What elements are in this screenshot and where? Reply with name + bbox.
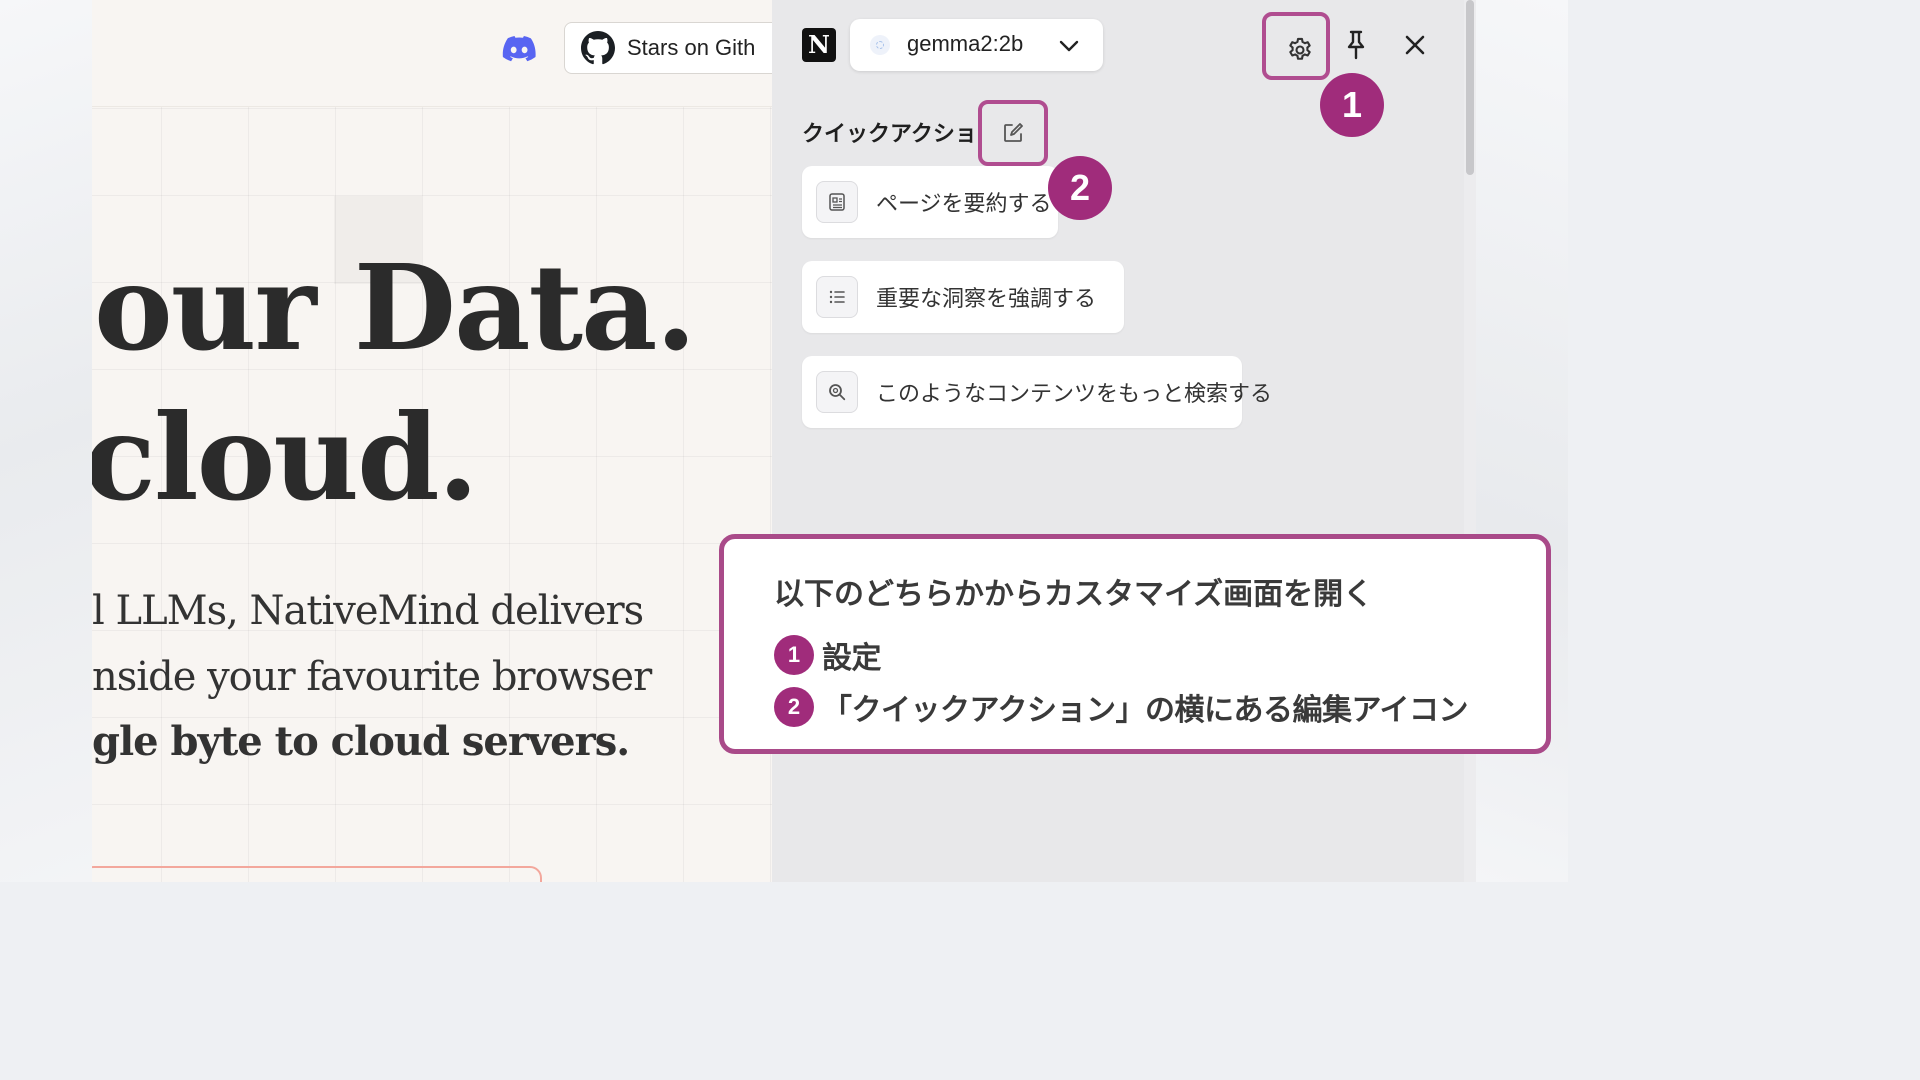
model-selector[interactable]: gemma2:2b bbox=[850, 19, 1103, 71]
quick-action-label: このようなコンテンツをもっと検索する bbox=[876, 382, 1273, 407]
notion-logo-icon: N bbox=[802, 28, 836, 62]
gear-icon bbox=[1289, 37, 1311, 60]
quick-action-summarize-page[interactable]: ページを要約する bbox=[802, 166, 1058, 238]
github-stars-button[interactable]: Stars on Gith bbox=[564, 22, 772, 74]
instruction-callout: 以下のどちらかからカスタマイズ画面を開く 1 設定 2 「クイックアクション」の… bbox=[719, 534, 1551, 754]
callout-item-text: 「クイックアクション」の横にある編集アイコン bbox=[822, 693, 1469, 728]
webpage: Stars on Gith our Data. cloud. l LLMs, N… bbox=[92, 0, 772, 882]
callout-item-text: 設定 bbox=[822, 641, 882, 676]
callout-number-badge: 1 bbox=[774, 635, 814, 675]
callout-item: 1 設定 bbox=[774, 635, 882, 676]
model-status-icon bbox=[870, 35, 890, 55]
discord-icon[interactable] bbox=[502, 36, 536, 62]
callout-number-badge: 2 bbox=[774, 687, 814, 727]
scrollbar-thumb[interactable] bbox=[1466, 0, 1474, 175]
edit-icon bbox=[1004, 123, 1023, 142]
left-background bbox=[0, 0, 92, 882]
chevron-down-icon bbox=[1059, 40, 1079, 52]
model-selector-value: gemma2:2b bbox=[907, 31, 1024, 56]
hero-heading-line-1: our Data. bbox=[94, 238, 697, 377]
close-icon[interactable] bbox=[1404, 34, 1426, 56]
quick-action-highlight-insights[interactable]: 重要な洞察を強調する bbox=[802, 261, 1124, 333]
pin-icon[interactable] bbox=[1344, 30, 1368, 60]
edit-quick-actions-button[interactable] bbox=[978, 100, 1048, 166]
hero-subtitle-line-3: gle byte to cloud servers. bbox=[92, 718, 630, 765]
cta-button[interactable] bbox=[92, 866, 542, 882]
callout-item: 2 「クイックアクション」の横にある編集アイコン bbox=[774, 687, 1469, 728]
search-icon bbox=[816, 371, 858, 413]
hero-subtitle-line-2: nside your favourite browser bbox=[92, 654, 652, 700]
quick-action-label: ページを要約する bbox=[876, 192, 1052, 217]
quick-action-search-similar[interactable]: このようなコンテンツをもっと検索する bbox=[802, 356, 1272, 428]
annotation-badge-2: 2 bbox=[1048, 156, 1112, 220]
hero-subtitle-line-1: l LLMs, NativeMind delivers bbox=[92, 588, 644, 634]
hero-heading-line-2: cloud. bbox=[92, 388, 479, 527]
quick-actions-title: クイックアクション bbox=[802, 122, 999, 147]
settings-button[interactable] bbox=[1262, 12, 1330, 80]
list-icon bbox=[816, 276, 858, 318]
newspaper-icon bbox=[816, 181, 858, 223]
github-button-label: Stars on Gith bbox=[627, 35, 756, 60]
quick-action-label: 重要な洞察を強調する bbox=[876, 287, 1097, 312]
site-header: Stars on Gith bbox=[92, 0, 772, 107]
callout-title: 以下のどちらかからカスタマイズ画面を開く bbox=[774, 577, 1374, 612]
annotation-badge-1: 1 bbox=[1320, 73, 1384, 137]
github-icon bbox=[581, 31, 615, 65]
